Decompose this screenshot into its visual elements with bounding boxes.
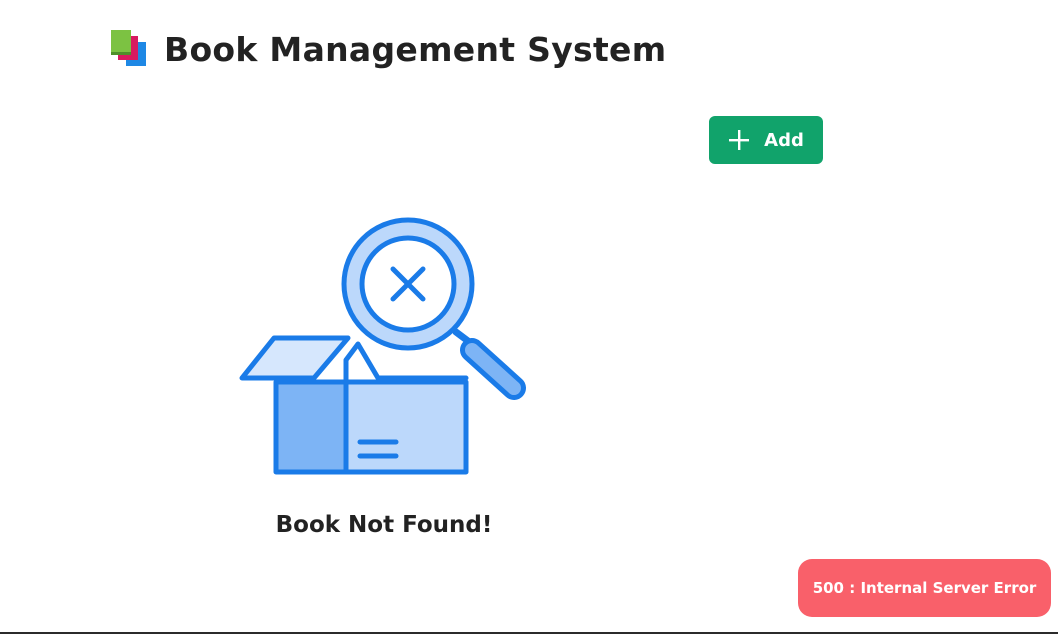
app-header: Book Management System <box>108 28 666 70</box>
box-magnifier-x-icon <box>239 217 526 475</box>
error-toast[interactable]: 500 : Internal Server Error <box>798 559 1051 617</box>
add-book-button[interactable]: Add <box>709 116 823 164</box>
books-icon <box>111 30 146 66</box>
plus-icon <box>729 130 750 150</box>
page-title: Book Management System <box>164 29 667 69</box>
add-button-label: Add <box>764 129 804 151</box>
empty-state-message: Book Not Found! <box>275 512 493 538</box>
error-toast-message: 500 : Internal Server Error <box>812 579 1037 597</box>
